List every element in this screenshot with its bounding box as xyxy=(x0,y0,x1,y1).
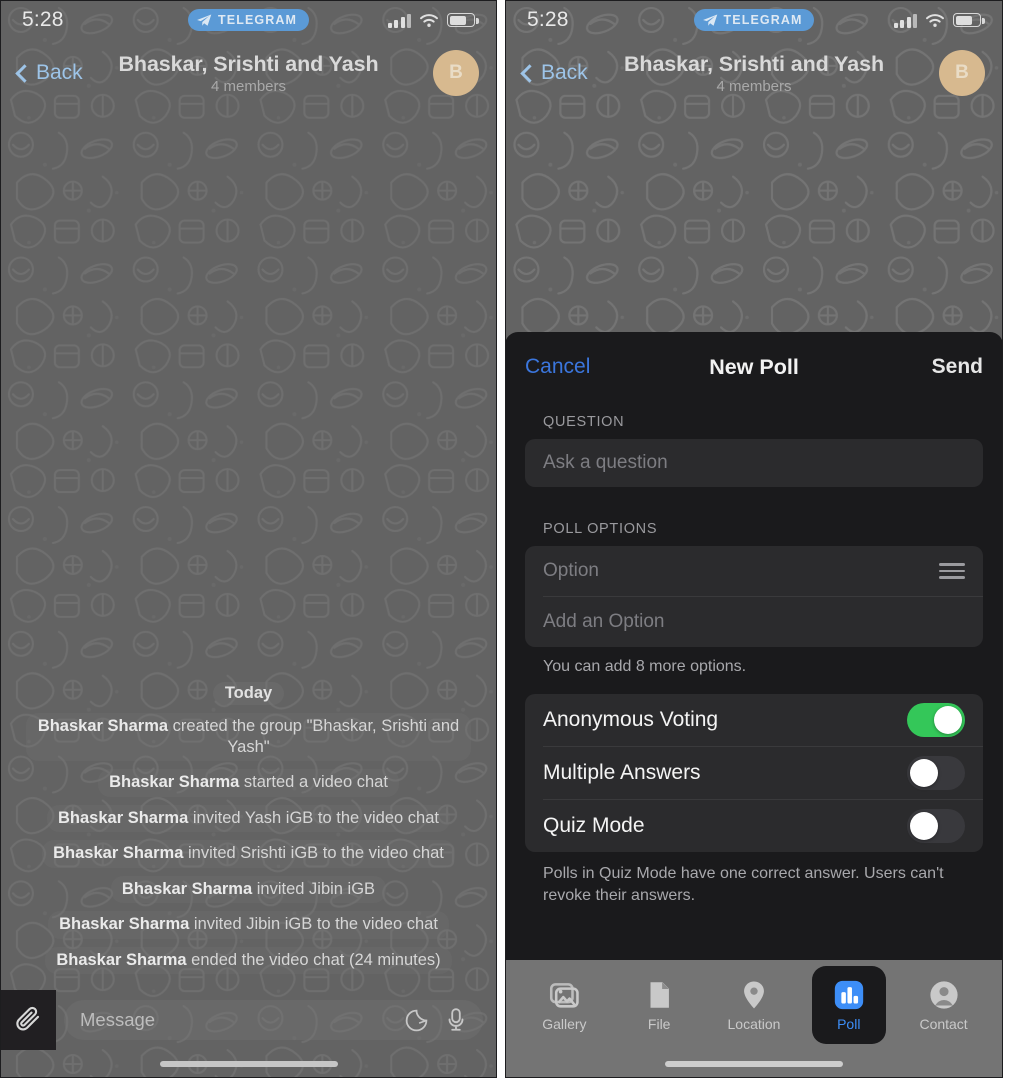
poll-setting-label: Anonymous Voting xyxy=(543,708,719,731)
home-indicator xyxy=(0,1050,497,1078)
system-message: Bhaskar Sharma invited Jibin iGB to the … xyxy=(48,911,449,939)
attachment-tabs: Gallery File Location Poll Contact xyxy=(505,960,1003,1050)
chat-message-area: Today Bhaskar Sharma created the group "… xyxy=(0,106,497,990)
attachment-tabbar: Gallery File Location Poll Contact xyxy=(505,960,1003,1078)
system-message: Bhaskar Sharma invited Jibin iGB xyxy=(110,875,387,904)
chat-navbar: Back Bhaskar, Srishti and Yash 4 members… xyxy=(0,40,497,106)
status-time: 5:28 xyxy=(22,8,64,31)
system-message: Bhaskar Sharma invited Srishti iGB to th… xyxy=(42,840,455,868)
file-icon xyxy=(650,982,670,1008)
send-button[interactable]: Send xyxy=(932,355,983,379)
attachment-tab-file[interactable]: File xyxy=(622,966,696,1044)
system-message: Bhaskar Sharma invited Yash iGB to the v… xyxy=(47,804,450,833)
question-input-placeholder: Ask a question xyxy=(543,452,668,473)
poll-setting-row[interactable]: Anonymous Voting xyxy=(525,694,983,746)
toggle-knob xyxy=(910,759,938,787)
add-option-placeholder: Add an Option xyxy=(543,611,665,632)
gallery-icon xyxy=(550,983,580,1008)
message-input-bar: Message xyxy=(0,990,497,1050)
attachment-tab-label: File xyxy=(647,1016,671,1032)
poll-setting-row[interactable]: Multiple Answers xyxy=(525,747,983,799)
signal-bars-icon xyxy=(387,13,411,28)
group-avatar[interactable]: B xyxy=(433,50,479,96)
wifi-icon xyxy=(420,13,438,27)
contact-person-icon xyxy=(929,981,958,1009)
telegram-plane-icon xyxy=(197,14,212,26)
battery-icon xyxy=(953,13,985,27)
back-button[interactable]: Back xyxy=(520,61,588,85)
chevron-left-icon xyxy=(520,64,539,83)
poll-setting-label: Multiple Answers xyxy=(543,761,701,784)
toggle-switch[interactable] xyxy=(907,756,965,790)
poll-settings-group: Anonymous Voting Multiple Answers Quiz Mod… xyxy=(525,694,983,852)
sticker-icon[interactable] xyxy=(404,1008,429,1033)
wifi-icon xyxy=(926,13,944,27)
back-button[interactable]: Back xyxy=(15,61,83,85)
attachment-tab-contact[interactable]: Contact xyxy=(907,966,981,1044)
attachment-tab-label: Location xyxy=(727,1016,781,1032)
home-indicator xyxy=(505,1050,1003,1078)
system-message: Bhaskar Sharma started a video chat xyxy=(98,769,399,797)
add-option-input[interactable]: Add an Option xyxy=(525,597,983,647)
toggle-knob xyxy=(910,812,938,840)
avatar-initial: B xyxy=(449,62,463,83)
poll-options-group: Option Add an Option xyxy=(525,546,983,647)
poll-setting-label: Quiz Mode xyxy=(543,814,645,837)
options-hint: You can add 8 more options. xyxy=(543,658,747,675)
attachment-tab-poll[interactable]: Poll xyxy=(811,966,886,1044)
quiz-mode-note: Polls in Quiz Mode have one correct answ… xyxy=(543,865,944,904)
telegram-badge-label: TELEGRAM xyxy=(218,13,297,27)
poll-option-placeholder: Option xyxy=(543,560,599,581)
attachment-tab-gallery[interactable]: Gallery xyxy=(527,966,601,1044)
signal-bars-icon xyxy=(893,13,917,28)
paperclip-icon xyxy=(16,1006,40,1031)
screenshot-stage: 5:28 TELEGRAM Back Bhaskar, Srishti and … xyxy=(0,0,1010,1078)
avatar-initial: B xyxy=(955,62,969,83)
cancel-button[interactable]: Cancel xyxy=(525,355,590,379)
telegram-plane-icon xyxy=(702,14,717,26)
phone-screen-new-poll: 5:28 TELEGRAM Back Bhaskar, Srishti and … xyxy=(505,0,1003,1078)
telegram-badge-label-right: TELEGRAM xyxy=(723,13,803,27)
poll-bar-chart-icon xyxy=(834,980,863,1010)
back-button-label: Back xyxy=(541,61,588,84)
message-input-placeholder: Message xyxy=(80,1009,156,1030)
status-bar: 5:28 TELEGRAM xyxy=(0,0,497,40)
system-message-list: Today Bhaskar Sharma created the group "… xyxy=(0,681,497,985)
chat-navbar-right: Back Bhaskar, Srishti and Yash 4 members… xyxy=(505,40,1003,106)
new-poll-header: Cancel New Poll Send xyxy=(505,332,1003,402)
message-input[interactable]: Message xyxy=(64,1000,483,1040)
toggle-switch[interactable] xyxy=(907,809,965,843)
toggle-switch[interactable] xyxy=(907,703,965,737)
phone-screen-chat: 5:28 TELEGRAM Back Bhaskar, Srishti and … xyxy=(0,0,497,1078)
system-message: Bhaskar Sharma created the group "Bhaska… xyxy=(26,712,471,762)
microphone-icon[interactable] xyxy=(445,1007,467,1033)
attachment-tab-location[interactable]: Location xyxy=(717,966,791,1044)
system-message: Bhaskar Sharma ended the video chat (24 … xyxy=(45,946,452,974)
status-time-right: 5:28 xyxy=(527,8,569,31)
chevron-left-icon xyxy=(15,64,34,83)
attachment-tab-label: Contact xyxy=(919,1016,968,1032)
day-separator: Today xyxy=(212,681,285,705)
drag-handle-icon[interactable] xyxy=(939,563,965,579)
status-bar-right: 5:28 TELEGRAM xyxy=(505,0,1003,40)
poll-setting-row[interactable]: Quiz Mode xyxy=(525,800,983,852)
attachment-tab-label: Gallery xyxy=(542,1016,587,1032)
toggle-knob xyxy=(934,706,962,734)
attach-button[interactable] xyxy=(0,990,56,1050)
attachment-tab-label: Poll xyxy=(837,1016,861,1032)
question-input[interactable]: Ask a question xyxy=(525,439,983,487)
group-avatar[interactable]: B xyxy=(939,50,985,96)
back-button-label: Back xyxy=(36,61,83,84)
question-section-label: QUESTION xyxy=(543,414,625,430)
location-pin-icon xyxy=(744,981,764,1009)
poll-option-input[interactable]: Option xyxy=(525,546,983,596)
poll-options-section-label: POLL OPTIONS xyxy=(543,521,658,537)
battery-icon xyxy=(447,13,479,27)
